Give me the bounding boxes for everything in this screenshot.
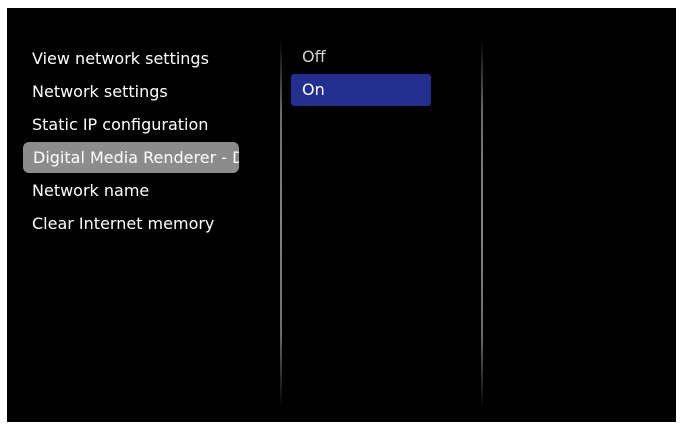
column-divider xyxy=(481,38,483,408)
tv-screen: View network settings Network settings S… xyxy=(7,8,676,422)
top-marker xyxy=(489,8,490,12)
option-off[interactable]: Off xyxy=(291,40,431,73)
option-on[interactable]: On xyxy=(291,74,431,106)
menu-item-label: Digital Media Renderer - D... xyxy=(33,148,239,167)
menu-item-view-network-settings[interactable]: View network settings xyxy=(22,42,288,75)
menu-item-network-name[interactable]: Network name xyxy=(22,174,288,207)
menu-item-label: View network settings xyxy=(32,49,209,68)
menu-item-label: Network settings xyxy=(32,82,168,101)
option-label: Off xyxy=(302,47,326,66)
menu-item-label: Clear Internet memory xyxy=(32,214,215,233)
menu-item-label: Network name xyxy=(32,181,150,200)
option-label: On xyxy=(302,80,325,99)
option-list: Off On xyxy=(291,40,431,106)
menu-item-label: Static IP configuration xyxy=(32,115,209,134)
menu-item-digital-media-renderer[interactable]: Digital Media Renderer - D... xyxy=(23,142,239,173)
menu-item-clear-internet-memory[interactable]: Clear Internet memory xyxy=(22,207,288,240)
column-divider xyxy=(280,38,282,408)
network-menu: View network settings Network settings S… xyxy=(23,42,289,240)
menu-item-static-ip-configuration[interactable]: Static IP configuration xyxy=(22,108,288,141)
menu-item-network-settings[interactable]: Network settings xyxy=(22,75,288,108)
